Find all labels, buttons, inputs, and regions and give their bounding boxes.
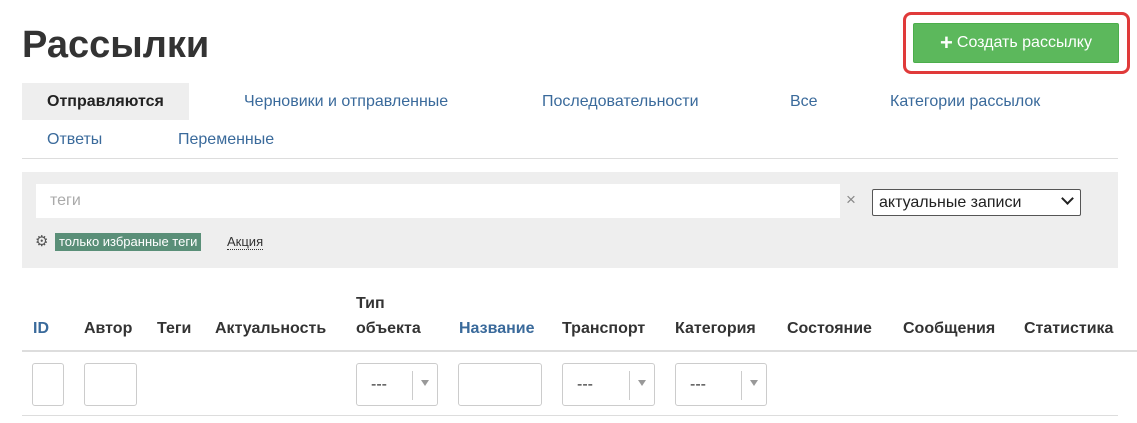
tags-input[interactable] [36,184,840,218]
column-tags: Теги [157,320,192,337]
column-object-type-line1: Тип [356,295,385,312]
column-messages: Сообщения [903,320,996,337]
column-author: Автор [84,320,133,337]
transport-filter-select[interactable]: --- [562,363,655,406]
column-transport: Транспорт [562,320,646,337]
column-name[interactable]: Название [459,315,535,342]
column-statistics: Статистика [1024,320,1114,337]
column-object-type-line2: объекта [356,320,421,337]
tab-all[interactable]: Все [765,83,843,120]
tab-sending[interactable]: Отправляются [22,83,189,120]
chevron-down-icon [1061,192,1074,205]
name-filter-input[interactable] [458,363,542,406]
object-type-filter-select[interactable]: --- [356,363,438,406]
column-category: Категория [675,320,756,337]
select-divider [412,371,413,400]
author-filter-input[interactable] [84,363,137,406]
table-filter-row: --- --- --- [22,352,1118,416]
column-id[interactable]: ID [33,315,49,342]
tab-drafts-sent[interactable]: Черновики и отправленные [219,83,473,120]
category-filter-select[interactable]: --- [675,363,767,406]
caret-down-icon [421,380,429,386]
page-title: Рассылки [22,24,210,66]
tab-sequences[interactable]: Последовательности [517,83,724,120]
plus-icon: + [940,30,953,55]
create-button-highlight: + Создать рассылку [903,12,1130,74]
category-filter-value: --- [690,376,706,393]
favorite-tags-toggle[interactable]: только избранные теги [55,233,202,251]
tab-variables[interactable]: Переменные [153,121,299,158]
create-mailing-button[interactable]: + Создать рассылку [913,23,1119,63]
column-state: Состояние [787,320,872,337]
filter-panel: × актуальные записи ⚙ только избранные т… [22,172,1118,268]
tab-categories[interactable]: Категории рассылок [865,83,1065,120]
select-divider [741,371,742,400]
table-header: ID Автор Теги Актуальность Тип объекта Н… [22,288,1137,352]
caret-down-icon [750,380,758,386]
tabs-nav: Отправляются Черновики и отправленные По… [22,83,1118,159]
gear-icon[interactable]: ⚙ [35,233,48,250]
column-relevance: Актуальность [215,320,327,337]
create-mailing-label: Создать рассылку [956,34,1092,51]
caret-down-icon [638,380,646,386]
select-divider [629,371,630,400]
clear-tags-icon[interactable]: × [846,190,856,210]
scope-select[interactable]: актуальные записи [872,189,1081,216]
tag-chip[interactable]: Акция [227,234,264,250]
transport-filter-value: --- [577,376,593,393]
object-type-filter-value: --- [371,376,387,393]
id-filter-input[interactable] [32,363,64,406]
tab-replies[interactable]: Ответы [22,121,127,158]
scope-select-value: актуальные записи [879,194,1022,211]
